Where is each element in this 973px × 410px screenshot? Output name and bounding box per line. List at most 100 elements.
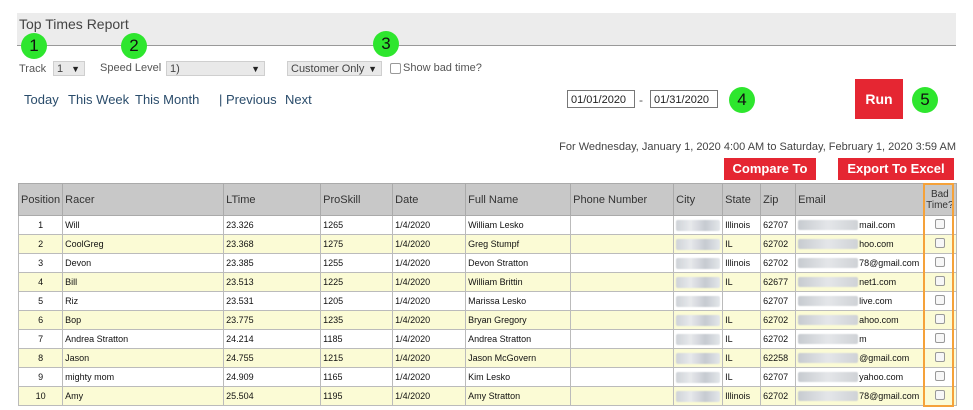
bad-time-checkbox[interactable] <box>934 390 945 400</box>
cell-date: 1/4/2020 <box>392 215 467 235</box>
cell-proskill: 1265 <box>320 215 394 235</box>
cell-date: 1/4/2020 <box>392 348 467 368</box>
col-header-city[interactable]: City <box>673 183 724 216</box>
cell-zip: 62707 <box>760 291 797 311</box>
cell-date: 1/4/2020 <box>392 291 467 311</box>
col-header-state[interactable]: State <box>722 183 762 216</box>
step-badge-4: 4 <box>729 87 755 113</box>
cell-racer: Bop <box>62 310 225 330</box>
speed-level-select[interactable]: 1) ▼ <box>166 61 265 76</box>
email-suffix: net1.com <box>859 276 897 287</box>
col-header-phone-number[interactable]: Phone Number <box>570 183 675 216</box>
cell-position: 3 <box>17 253 64 273</box>
cell-racer: Devon <box>62 253 225 273</box>
cell-city-redacted <box>673 386 724 406</box>
cell-ltime: 25.504 <box>223 386 322 406</box>
step-badge-3: 3 <box>373 31 399 57</box>
bad-time-checkbox[interactable] <box>934 295 945 305</box>
col-header-bad-time[interactable]: Bad Time? <box>923 183 957 216</box>
step-badge-1: 1 <box>21 33 47 59</box>
email-redacted <box>798 239 859 250</box>
email-redacted <box>798 220 859 231</box>
bad-time-checkbox[interactable] <box>934 371 945 381</box>
nav-today-link[interactable]: Today <box>24 92 59 107</box>
cell-ltime: 23.385 <box>223 253 322 273</box>
start-date-input[interactable]: 01/01/2020 <box>567 90 635 108</box>
email-suffix: ahoo.com <box>859 314 899 325</box>
col-header-racer[interactable]: Racer <box>62 183 225 216</box>
email-redacted <box>798 315 859 326</box>
col-header-position[interactable]: Position <box>17 183 64 216</box>
cell-state: Illinois <box>722 253 762 273</box>
cell-email: live.com <box>795 291 925 311</box>
chevron-down-icon: ▼ <box>368 64 377 74</box>
track-select[interactable]: 1 ▼ <box>53 61 85 76</box>
col-header-ltime[interactable]: LTime <box>223 183 322 216</box>
bad-time-checkbox[interactable] <box>934 257 945 267</box>
cell-position: 6 <box>17 310 64 330</box>
cell-position: 8 <box>17 348 64 368</box>
bad-time-checkbox[interactable] <box>934 352 945 362</box>
cell-position: 5 <box>17 291 64 311</box>
table-row: 1 Will 23.326 1265 1/4/2020 William Lesko Illi… <box>17 215 957 235</box>
cell-city-redacted <box>673 272 724 292</box>
end-date-input[interactable]: 01/31/2020 <box>650 90 718 108</box>
compare-to-button[interactable]: Compare To <box>724 158 816 180</box>
cell-bad-time <box>923 272 957 292</box>
email-suffix: yahoo.com <box>859 371 904 382</box>
cell-proskill: 1255 <box>320 253 394 273</box>
cell-city-redacted <box>673 367 724 387</box>
track-select-value: 1 <box>57 63 64 75</box>
col-header-proskill[interactable]: ProSkill <box>320 183 394 216</box>
cell-state: IL <box>722 272 762 292</box>
email-redacted <box>798 296 859 307</box>
cell-proskill: 1275 <box>320 234 394 254</box>
nav-this-month-link[interactable]: This Month <box>135 92 199 107</box>
date-range-dash: - <box>639 93 643 107</box>
cell-bad-time <box>923 234 957 254</box>
cell-city-redacted <box>673 329 724 349</box>
cell-phone-number <box>570 367 675 387</box>
bad-time-checkbox[interactable] <box>934 238 945 248</box>
cell-state: IL <box>722 348 762 368</box>
cell-bad-time <box>923 291 957 311</box>
table-row: 7 Andrea Stratton 24.214 1185 1/4/2020 Andrea… <box>17 329 957 349</box>
show-bad-time-checkbox[interactable] <box>390 63 401 74</box>
run-button[interactable]: Run <box>855 79 903 119</box>
cell-zip: 62702 <box>760 329 797 349</box>
nav-previous-link[interactable]: | Previous <box>219 92 277 107</box>
customer-filter-select[interactable]: Customer Only ▼ <box>287 61 382 76</box>
col-header-date[interactable]: Date <box>392 183 467 216</box>
col-header-email[interactable]: Email <box>795 183 925 216</box>
cell-date: 1/4/2020 <box>392 234 467 254</box>
cell-full-name: Kim Lesko <box>465 367 572 387</box>
table-row: 9 mighty mom 24.909 1165 1/4/2020 Kim Lesko IL… <box>17 367 957 387</box>
cell-bad-time <box>923 348 957 368</box>
cell-ltime: 24.214 <box>223 329 322 349</box>
table-row: 3 Devon 23.385 1255 1/4/2020 Devon Stratton Il… <box>17 253 957 273</box>
cell-position: 7 <box>17 329 64 349</box>
cell-racer: CoolGreg <box>62 234 225 254</box>
col-header-full-name[interactable]: Full Name <box>465 183 572 216</box>
cell-ltime: 23.368 <box>223 234 322 254</box>
bad-time-checkbox[interactable] <box>934 333 945 343</box>
export-to-excel-button[interactable]: Export To Excel <box>838 158 954 180</box>
bad-time-checkbox[interactable] <box>934 219 945 229</box>
cell-full-name: Marissa Lesko <box>465 291 572 311</box>
col-header-zip[interactable]: Zip <box>760 183 797 216</box>
cell-full-name: Amy Stratton <box>465 386 572 406</box>
cell-zip: 62677 <box>760 272 797 292</box>
speed-level-select-value: 1) <box>170 63 180 75</box>
cell-zip: 62702 <box>760 386 797 406</box>
cell-phone-number <box>570 329 675 349</box>
bad-time-checkbox[interactable] <box>934 314 945 324</box>
cell-racer: Riz <box>62 291 225 311</box>
cell-position: 1 <box>17 215 64 235</box>
bad-time-checkbox[interactable] <box>934 276 945 286</box>
cell-state: IL <box>722 367 762 387</box>
cell-email: 78@gmail.com <box>795 386 925 406</box>
nav-this-week-link[interactable]: This Week <box>68 92 129 107</box>
nav-next-link[interactable]: Next <box>285 92 312 107</box>
cell-ltime: 23.326 <box>223 215 322 235</box>
email-suffix: live.com <box>859 295 893 306</box>
